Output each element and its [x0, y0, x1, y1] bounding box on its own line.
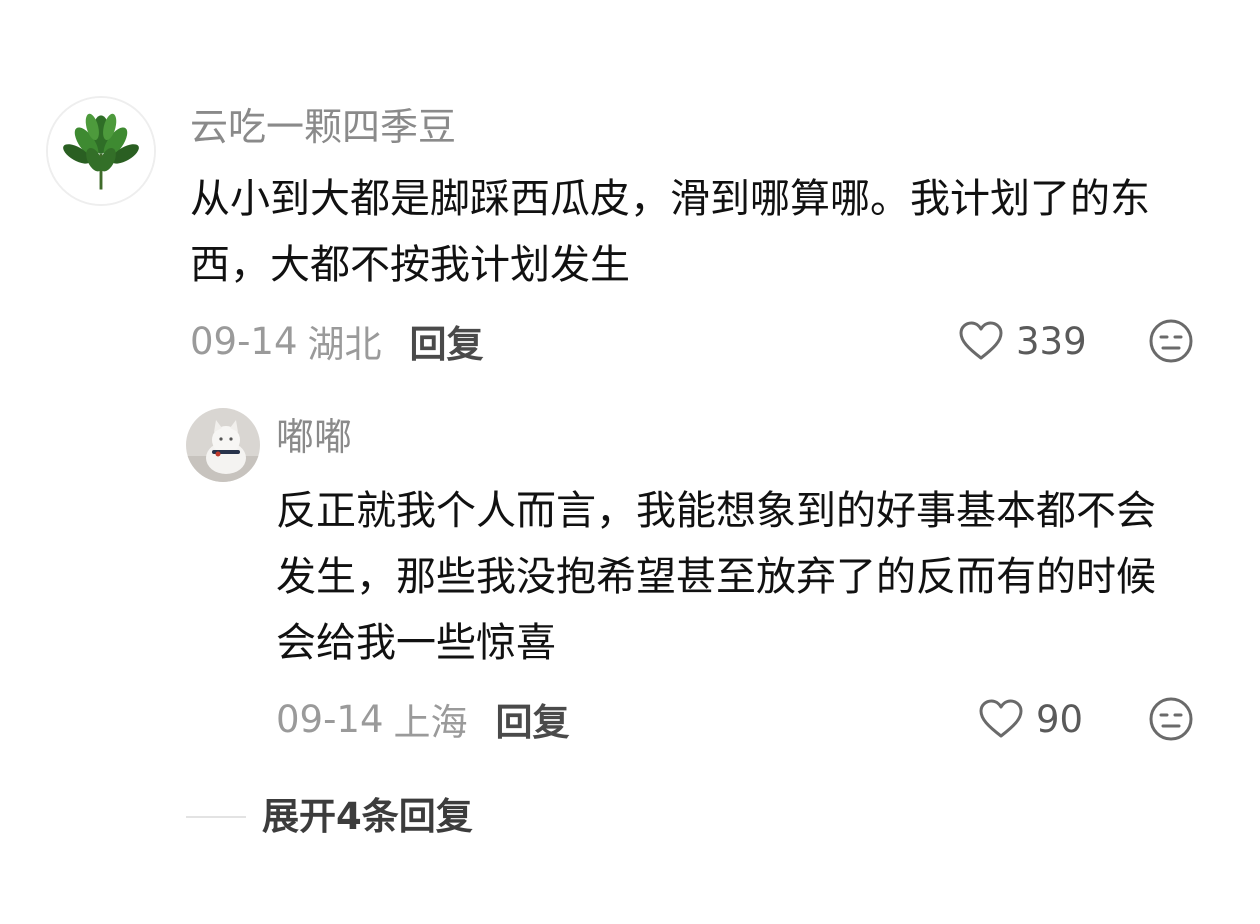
- heart-icon: [979, 699, 1023, 738]
- comment-location: 湖北: [307, 323, 382, 366]
- reply-content: 反正就我个人而言，我能想象到的好事基本都不会 发生，那些我没抱希望甚至放弃了的反…: [276, 478, 1236, 676]
- heart-icon: [959, 321, 1003, 360]
- reply-location: 上海: [393, 701, 468, 744]
- reply-date: 09-14: [276, 697, 384, 741]
- comment-content: 从小到大都是脚踩西瓜皮，滑到哪算哪。我计划了的东 西，大都不按我计划发生: [190, 166, 1220, 298]
- expand-divider: [186, 816, 246, 818]
- neutral-face-icon: [1149, 319, 1193, 363]
- neutral-face-button[interactable]: [1148, 696, 1194, 742]
- comment-meta: 09-14 湖北 回复: [190, 318, 484, 367]
- reply-button[interactable]: 回复: [496, 692, 570, 746]
- content-line: 反正就我个人而言，我能想象到的好事基本都不会: [276, 488, 1156, 534]
- content-line: 从小到大都是脚踩西瓜皮，滑到哪算哪。我计划了的东: [190, 176, 1150, 222]
- reply-username[interactable]: 嘟嘟: [276, 414, 352, 460]
- like-count: 339: [1016, 319, 1087, 363]
- like-button[interactable]: 90: [978, 696, 1083, 742]
- content-line: 会给我一些惊喜: [276, 620, 556, 666]
- plant-avatar-icon: [48, 98, 154, 204]
- expand-replies-button[interactable]: 展开4条回复: [262, 794, 473, 840]
- comment-username[interactable]: 云吃一颗四季豆: [190, 104, 456, 150]
- cat-avatar-icon: [186, 408, 260, 482]
- content-line: 西，大都不按我计划发生: [190, 242, 630, 288]
- neutral-face-button[interactable]: [1148, 318, 1194, 364]
- like-count: 90: [1036, 697, 1084, 741]
- reply-button[interactable]: 回复: [410, 314, 484, 368]
- comment-date: 09-14: [190, 319, 298, 363]
- content-line: 发生，那些我没抱希望甚至放弃了的反而有的时候: [276, 554, 1156, 600]
- reply-meta: 09-14 上海 回复: [276, 696, 570, 745]
- neutral-face-icon: [1149, 697, 1193, 741]
- avatar-comment-1[interactable]: [46, 96, 156, 206]
- like-button[interactable]: 339: [958, 318, 1087, 364]
- avatar-comment-2[interactable]: [186, 408, 260, 482]
